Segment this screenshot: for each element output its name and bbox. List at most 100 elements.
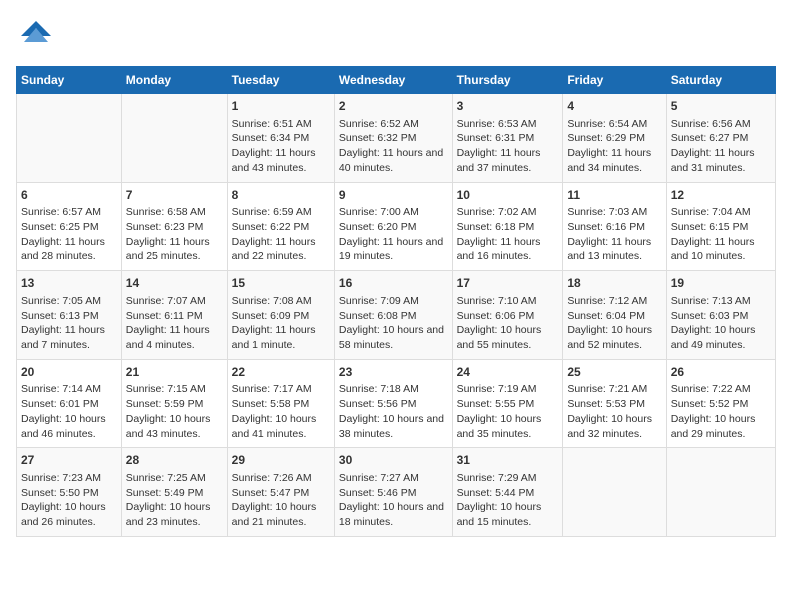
header-row: SundayMondayTuesdayWednesdayThursdayFrid… bbox=[17, 67, 776, 94]
calendar-cell: 29Sunrise: 7:26 AMSunset: 5:47 PMDayligh… bbox=[227, 448, 334, 537]
day-info: Daylight: 11 hours and 43 minutes. bbox=[232, 146, 330, 175]
day-number: 21 bbox=[126, 364, 223, 381]
logo bbox=[16, 16, 62, 56]
day-number: 3 bbox=[457, 98, 559, 115]
day-info: Sunset: 6:08 PM bbox=[339, 309, 448, 324]
day-info: Sunrise: 7:18 AM bbox=[339, 382, 448, 397]
calendar-cell: 16Sunrise: 7:09 AMSunset: 6:08 PMDayligh… bbox=[334, 271, 452, 360]
calendar-cell: 30Sunrise: 7:27 AMSunset: 5:46 PMDayligh… bbox=[334, 448, 452, 537]
day-info: Daylight: 10 hours and 32 minutes. bbox=[567, 412, 661, 441]
calendar-cell: 3Sunrise: 6:53 AMSunset: 6:31 PMDaylight… bbox=[452, 94, 563, 183]
page-header bbox=[16, 16, 776, 56]
day-info: Sunset: 5:53 PM bbox=[567, 397, 661, 412]
calendar-cell: 13Sunrise: 7:05 AMSunset: 6:13 PMDayligh… bbox=[17, 271, 122, 360]
calendar-cell: 2Sunrise: 6:52 AMSunset: 6:32 PMDaylight… bbox=[334, 94, 452, 183]
day-info: Daylight: 10 hours and 23 minutes. bbox=[126, 500, 223, 529]
day-info: Sunset: 6:29 PM bbox=[567, 131, 661, 146]
day-info: Sunset: 5:46 PM bbox=[339, 486, 448, 501]
calendar-week-3: 13Sunrise: 7:05 AMSunset: 6:13 PMDayligh… bbox=[17, 271, 776, 360]
day-info: Daylight: 10 hours and 49 minutes. bbox=[671, 323, 771, 352]
calendar-cell: 6Sunrise: 6:57 AMSunset: 6:25 PMDaylight… bbox=[17, 182, 122, 271]
day-info: Sunset: 6:23 PM bbox=[126, 220, 223, 235]
day-info: Sunrise: 7:26 AM bbox=[232, 471, 330, 486]
calendar-cell: 28Sunrise: 7:25 AMSunset: 5:49 PMDayligh… bbox=[121, 448, 227, 537]
day-number: 13 bbox=[21, 275, 117, 292]
day-info: Sunset: 5:52 PM bbox=[671, 397, 771, 412]
day-info: Sunrise: 7:29 AM bbox=[457, 471, 559, 486]
day-info: Daylight: 10 hours and 15 minutes. bbox=[457, 500, 559, 529]
day-number: 11 bbox=[567, 187, 661, 204]
day-info: Sunrise: 7:08 AM bbox=[232, 294, 330, 309]
day-header-saturday: Saturday bbox=[666, 67, 775, 94]
day-number: 27 bbox=[21, 452, 117, 469]
calendar-cell: 27Sunrise: 7:23 AMSunset: 5:50 PMDayligh… bbox=[17, 448, 122, 537]
day-number: 9 bbox=[339, 187, 448, 204]
day-info: Sunrise: 6:52 AM bbox=[339, 117, 448, 132]
logo-icon bbox=[16, 16, 56, 56]
day-info: Daylight: 10 hours and 29 minutes. bbox=[671, 412, 771, 441]
day-info: Sunset: 6:03 PM bbox=[671, 309, 771, 324]
calendar-cell: 24Sunrise: 7:19 AMSunset: 5:55 PMDayligh… bbox=[452, 359, 563, 448]
day-info: Sunset: 5:50 PM bbox=[21, 486, 117, 501]
day-info: Daylight: 11 hours and 16 minutes. bbox=[457, 235, 559, 264]
day-info: Sunrise: 6:53 AM bbox=[457, 117, 559, 132]
day-info: Sunrise: 6:58 AM bbox=[126, 205, 223, 220]
day-info: Sunset: 5:55 PM bbox=[457, 397, 559, 412]
day-info: Sunset: 6:15 PM bbox=[671, 220, 771, 235]
day-info: Sunset: 6:11 PM bbox=[126, 309, 223, 324]
day-number: 12 bbox=[671, 187, 771, 204]
calendar-cell: 22Sunrise: 7:17 AMSunset: 5:58 PMDayligh… bbox=[227, 359, 334, 448]
day-info: Daylight: 11 hours and 28 minutes. bbox=[21, 235, 117, 264]
day-info: Sunrise: 7:14 AM bbox=[21, 382, 117, 397]
calendar-table: SundayMondayTuesdayWednesdayThursdayFrid… bbox=[16, 66, 776, 537]
day-info: Sunrise: 7:05 AM bbox=[21, 294, 117, 309]
day-info: Sunrise: 6:54 AM bbox=[567, 117, 661, 132]
day-info: Sunset: 6:25 PM bbox=[21, 220, 117, 235]
day-info: Daylight: 11 hours and 22 minutes. bbox=[232, 235, 330, 264]
day-info: Daylight: 10 hours and 41 minutes. bbox=[232, 412, 330, 441]
calendar-cell: 17Sunrise: 7:10 AMSunset: 6:06 PMDayligh… bbox=[452, 271, 563, 360]
day-header-wednesday: Wednesday bbox=[334, 67, 452, 94]
day-number: 18 bbox=[567, 275, 661, 292]
day-number: 20 bbox=[21, 364, 117, 381]
calendar-cell: 7Sunrise: 6:58 AMSunset: 6:23 PMDaylight… bbox=[121, 182, 227, 271]
calendar-cell: 8Sunrise: 6:59 AMSunset: 6:22 PMDaylight… bbox=[227, 182, 334, 271]
day-info: Sunrise: 7:09 AM bbox=[339, 294, 448, 309]
calendar-cell: 1Sunrise: 6:51 AMSunset: 6:34 PMDaylight… bbox=[227, 94, 334, 183]
day-info: Daylight: 10 hours and 38 minutes. bbox=[339, 412, 448, 441]
day-info: Daylight: 11 hours and 1 minute. bbox=[232, 323, 330, 352]
calendar-cell bbox=[17, 94, 122, 183]
day-number: 7 bbox=[126, 187, 223, 204]
day-header-thursday: Thursday bbox=[452, 67, 563, 94]
day-info: Daylight: 10 hours and 58 minutes. bbox=[339, 323, 448, 352]
day-info: Sunrise: 7:15 AM bbox=[126, 382, 223, 397]
day-number: 5 bbox=[671, 98, 771, 115]
day-info: Sunset: 6:20 PM bbox=[339, 220, 448, 235]
day-info: Sunrise: 7:03 AM bbox=[567, 205, 661, 220]
calendar-cell: 26Sunrise: 7:22 AMSunset: 5:52 PMDayligh… bbox=[666, 359, 775, 448]
day-number: 15 bbox=[232, 275, 330, 292]
day-info: Daylight: 10 hours and 35 minutes. bbox=[457, 412, 559, 441]
day-info: Sunrise: 6:59 AM bbox=[232, 205, 330, 220]
day-info: Sunset: 5:58 PM bbox=[232, 397, 330, 412]
day-info: Daylight: 11 hours and 4 minutes. bbox=[126, 323, 223, 352]
calendar-cell bbox=[121, 94, 227, 183]
day-info: Sunrise: 6:57 AM bbox=[21, 205, 117, 220]
day-info: Daylight: 10 hours and 26 minutes. bbox=[21, 500, 117, 529]
day-info: Daylight: 11 hours and 31 minutes. bbox=[671, 146, 771, 175]
day-number: 30 bbox=[339, 452, 448, 469]
day-info: Daylight: 11 hours and 13 minutes. bbox=[567, 235, 661, 264]
calendar-cell: 19Sunrise: 7:13 AMSunset: 6:03 PMDayligh… bbox=[666, 271, 775, 360]
day-info: Sunset: 5:49 PM bbox=[126, 486, 223, 501]
day-number: 26 bbox=[671, 364, 771, 381]
calendar-cell: 25Sunrise: 7:21 AMSunset: 5:53 PMDayligh… bbox=[563, 359, 666, 448]
calendar-cell: 12Sunrise: 7:04 AMSunset: 6:15 PMDayligh… bbox=[666, 182, 775, 271]
calendar-cell: 10Sunrise: 7:02 AMSunset: 6:18 PMDayligh… bbox=[452, 182, 563, 271]
calendar-week-5: 27Sunrise: 7:23 AMSunset: 5:50 PMDayligh… bbox=[17, 448, 776, 537]
calendar-cell: 11Sunrise: 7:03 AMSunset: 6:16 PMDayligh… bbox=[563, 182, 666, 271]
day-number: 29 bbox=[232, 452, 330, 469]
day-number: 8 bbox=[232, 187, 330, 204]
day-info: Daylight: 10 hours and 46 minutes. bbox=[21, 412, 117, 441]
day-number: 31 bbox=[457, 452, 559, 469]
day-info: Daylight: 10 hours and 18 minutes. bbox=[339, 500, 448, 529]
